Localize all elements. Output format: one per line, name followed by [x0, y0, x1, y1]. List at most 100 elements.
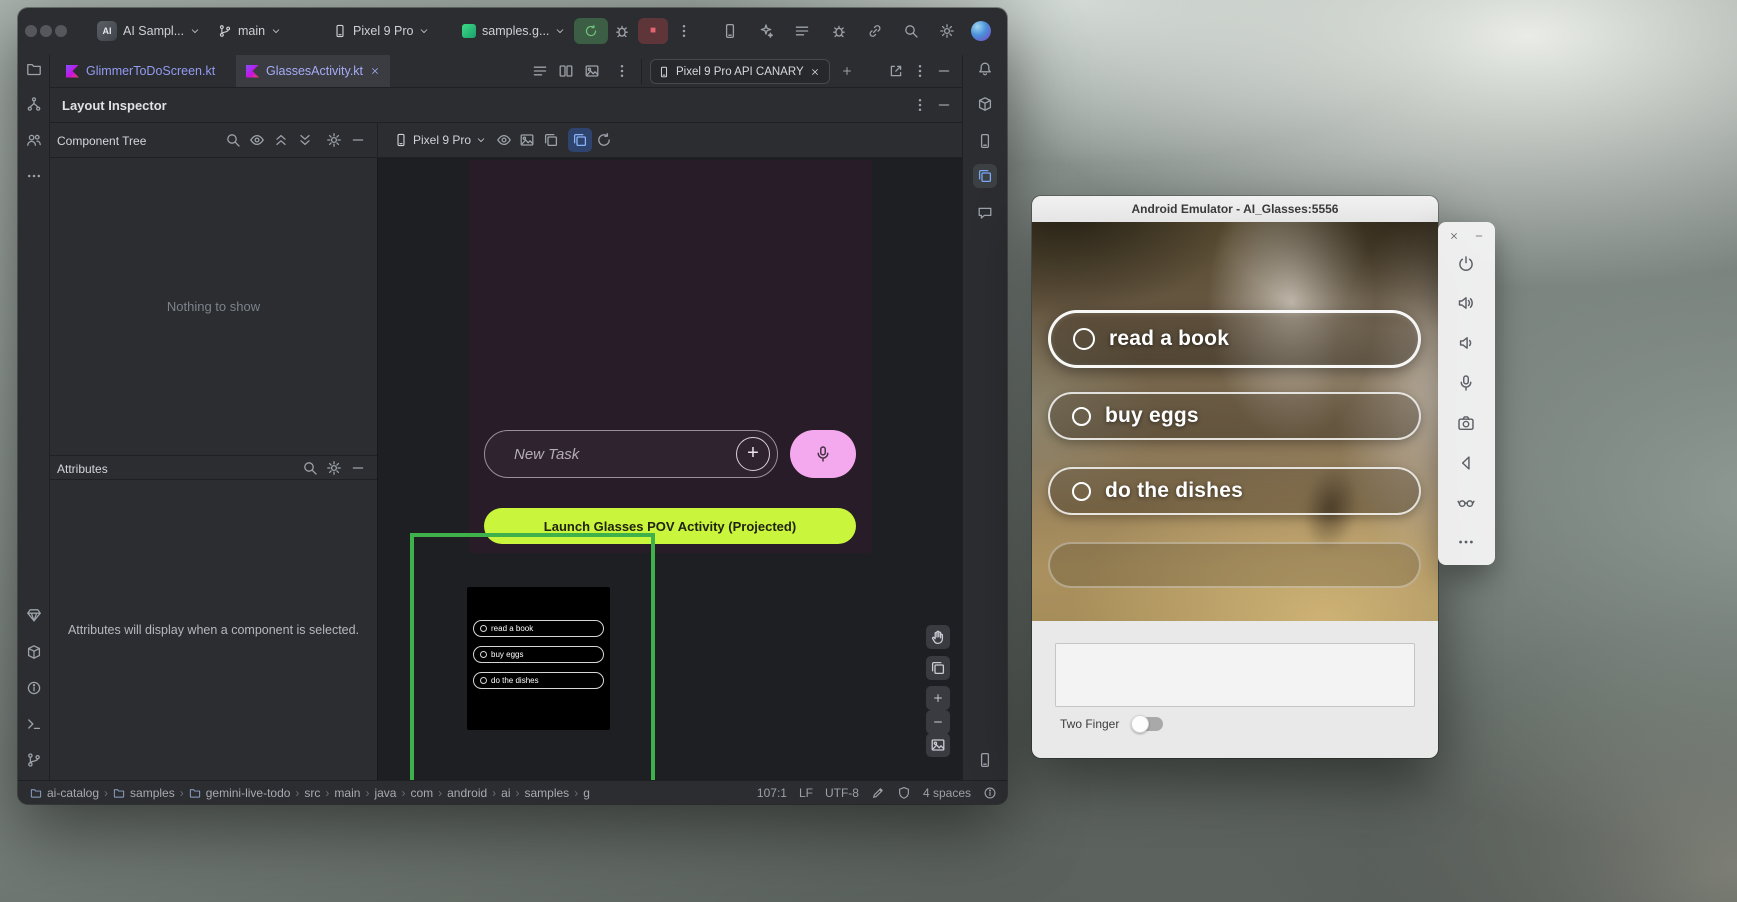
- protection-button[interactable]: [897, 786, 911, 800]
- more-tools-button[interactable]: [22, 164, 46, 188]
- split-editor-button[interactable]: [554, 59, 578, 83]
- structure-tool-button[interactable]: [22, 92, 46, 116]
- problems-tool-button[interactable]: [22, 676, 46, 700]
- open-in-new-window-button[interactable]: [884, 59, 908, 83]
- device-mirror-button[interactable]: [718, 19, 742, 43]
- breadcrumb-item[interactable]: g: [583, 786, 590, 800]
- emulator-glasses-button[interactable]: [1454, 490, 1478, 514]
- editor-tab-glimmertodoscreen[interactable]: GlimmerToDoScreen.kt: [56, 55, 222, 87]
- rerun-button[interactable]: [574, 18, 608, 44]
- emulator-power-button[interactable]: [1454, 252, 1478, 276]
- emulator-close-button[interactable]: [1446, 228, 1462, 244]
- feedback-tool-button[interactable]: [973, 201, 997, 225]
- emulator-camera-button[interactable]: [1454, 411, 1478, 435]
- cursor-position[interactable]: 107:1: [757, 786, 787, 800]
- debug-button[interactable]: [610, 19, 634, 43]
- zoom-in-button[interactable]: [926, 686, 950, 710]
- project-tool-button[interactable]: [22, 57, 46, 81]
- new-task-input[interactable]: New Task +: [484, 430, 778, 478]
- tree-settings-button[interactable]: [322, 128, 346, 152]
- todo-list-button[interactable]: [790, 19, 814, 43]
- tree-visibility-button[interactable]: [245, 128, 269, 152]
- screenshot-button[interactable]: [515, 128, 539, 152]
- window-close-button[interactable]: [25, 25, 37, 37]
- preview-button[interactable]: [580, 59, 604, 83]
- line-separator[interactable]: LF: [799, 786, 813, 800]
- emulator-volume-up-button[interactable]: [1454, 291, 1478, 315]
- emulator-input-box[interactable]: [1055, 643, 1415, 707]
- emulator-back-button[interactable]: [1454, 451, 1478, 475]
- terminal-tool-button[interactable]: [22, 712, 46, 736]
- breadcrumb-item[interactable]: java: [374, 786, 396, 800]
- emulator-minimize-button[interactable]: [1471, 228, 1487, 244]
- running-devices-tool-button[interactable]: [973, 748, 997, 772]
- breadcrumb-item[interactable]: gemini-live-todo: [206, 786, 291, 800]
- attributes-search-button[interactable]: [298, 456, 322, 480]
- running-device-tab[interactable]: Pixel 9 Pro API CANARY: [650, 59, 830, 84]
- breadcrumb-item[interactable]: src: [304, 786, 320, 800]
- run-configuration-selector[interactable]: samples.g...: [462, 20, 565, 42]
- editor-more-options-button[interactable]: [610, 59, 634, 83]
- vcs-branch-selector[interactable]: main: [218, 20, 281, 42]
- layer-mode-button[interactable]: [926, 656, 950, 680]
- emulator-volume-down-button[interactable]: [1454, 331, 1478, 355]
- hide-layout-inspector-button[interactable]: [932, 93, 956, 117]
- notifications-tool-button[interactable]: [973, 57, 997, 81]
- layout-inspector-tool-button[interactable]: [973, 164, 997, 188]
- profile-avatar[interactable]: [971, 21, 991, 41]
- refresh-button[interactable]: [592, 128, 616, 152]
- tree-search-button[interactable]: [221, 128, 245, 152]
- breadcrumb-item[interactable]: ai-catalog: [47, 786, 99, 800]
- build-variants-tool-button[interactable]: [22, 640, 46, 664]
- breadcrumb-item[interactable]: com: [410, 786, 433, 800]
- voice-input-button[interactable]: [790, 430, 856, 478]
- add-task-button[interactable]: +: [736, 437, 770, 471]
- collapse-all-button[interactable]: [293, 128, 317, 152]
- window-minimize-button[interactable]: [40, 25, 52, 37]
- emulator-mic-button[interactable]: [1454, 371, 1478, 395]
- breadcrumb-item[interactable]: samples: [130, 786, 175, 800]
- emulator-more-button[interactable]: [1454, 530, 1478, 554]
- mirrored-phone-screen[interactable]: New Task + Launch Glasses POV Activity (…: [469, 160, 872, 553]
- close-icon[interactable]: [810, 67, 820, 77]
- breadcrumb-item[interactable]: main: [334, 786, 360, 800]
- launch-glasses-pov-button[interactable]: Launch Glasses POV Activity (Projected): [484, 508, 856, 544]
- glasses-item-read-a-book[interactable]: read a book: [1048, 310, 1421, 368]
- add-device-button[interactable]: [835, 59, 859, 83]
- two-finger-toggle[interactable]: [1133, 717, 1163, 731]
- emulator-titlebar[interactable]: Android Emulator - AI_Glasses:5556: [1032, 196, 1438, 222]
- link-assistant-button[interactable]: [863, 19, 887, 43]
- live-updates-toggle[interactable]: [568, 128, 592, 152]
- stop-button[interactable]: ■: [638, 18, 668, 44]
- search-everywhere-button[interactable]: [899, 19, 923, 43]
- glasses-item-do-the-dishes[interactable]: do the dishes: [1048, 467, 1421, 515]
- collaboration-tool-button[interactable]: [22, 128, 46, 152]
- device-selector[interactable]: Pixel 9 Pro: [333, 20, 429, 42]
- breadcrumb-item[interactable]: ai: [501, 786, 510, 800]
- zoom-to-fit-button[interactable]: [926, 733, 950, 757]
- expand-all-button[interactable]: [269, 128, 293, 152]
- glasses-item-buy-eggs[interactable]: buy eggs: [1048, 392, 1421, 440]
- window-zoom-button[interactable]: [55, 25, 67, 37]
- logcat-button[interactable]: [827, 19, 851, 43]
- device-manager-tool-button[interactable]: [973, 129, 997, 153]
- breadcrumb-item[interactable]: samples: [525, 786, 570, 800]
- zoom-out-button[interactable]: [926, 710, 950, 734]
- close-icon[interactable]: [370, 66, 380, 76]
- pan-mode-button[interactable]: [926, 625, 950, 649]
- layout-inspector-more-button[interactable]: [908, 93, 932, 117]
- version-control-tool-button[interactable]: [22, 748, 46, 772]
- dependencies-tool-button[interactable]: [22, 603, 46, 627]
- gradle-tool-button[interactable]: [973, 92, 997, 116]
- file-encoding[interactable]: UTF-8: [825, 786, 859, 800]
- running-devices-more-button[interactable]: [908, 59, 932, 83]
- indent-setting[interactable]: 4 spaces: [923, 786, 971, 800]
- editor-tab-glassesactivity[interactable]: GlassesActivity.kt: [236, 55, 390, 87]
- breadcrumb-item[interactable]: android: [447, 786, 487, 800]
- attributes-settings-button[interactable]: [322, 456, 346, 480]
- inspections-widget[interactable]: [983, 786, 997, 800]
- edit-mode-button[interactable]: [871, 786, 885, 800]
- emulator-screen[interactable]: read a book buy eggs do the dishes: [1032, 222, 1438, 621]
- hide-attributes-button[interactable]: [346, 456, 370, 480]
- settings-button[interactable]: [935, 19, 959, 43]
